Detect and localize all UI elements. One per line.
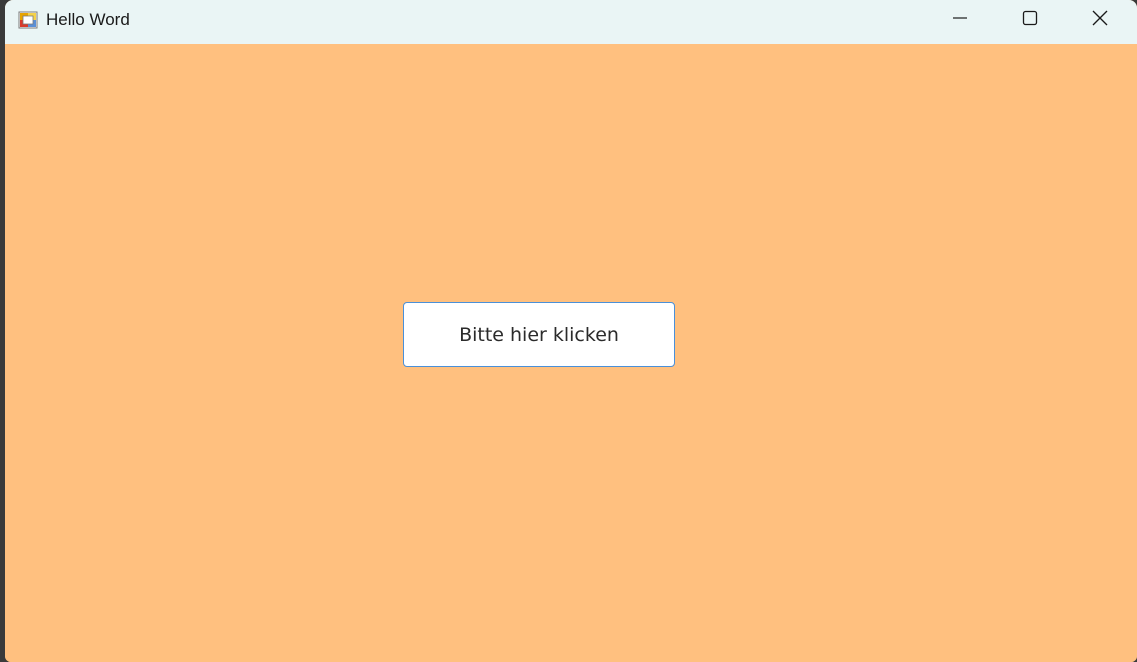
minimize-icon bbox=[952, 10, 968, 31]
form-client-area: Bitte hier klicken bbox=[5, 44, 1137, 662]
maximize-button[interactable] bbox=[995, 0, 1065, 40]
minimize-button[interactable] bbox=[925, 0, 995, 40]
close-icon bbox=[1092, 10, 1108, 31]
window-title: Hello Word bbox=[46, 10, 130, 29]
app-window: Hello Word Bitte hier klicken bbox=[5, 0, 1137, 662]
close-button[interactable] bbox=[1065, 0, 1135, 40]
app-icon bbox=[18, 10, 38, 30]
click-here-button[interactable]: Bitte hier klicken bbox=[403, 302, 675, 367]
maximize-icon bbox=[1022, 10, 1038, 31]
title-bar[interactable]: Hello Word bbox=[5, 0, 1137, 44]
